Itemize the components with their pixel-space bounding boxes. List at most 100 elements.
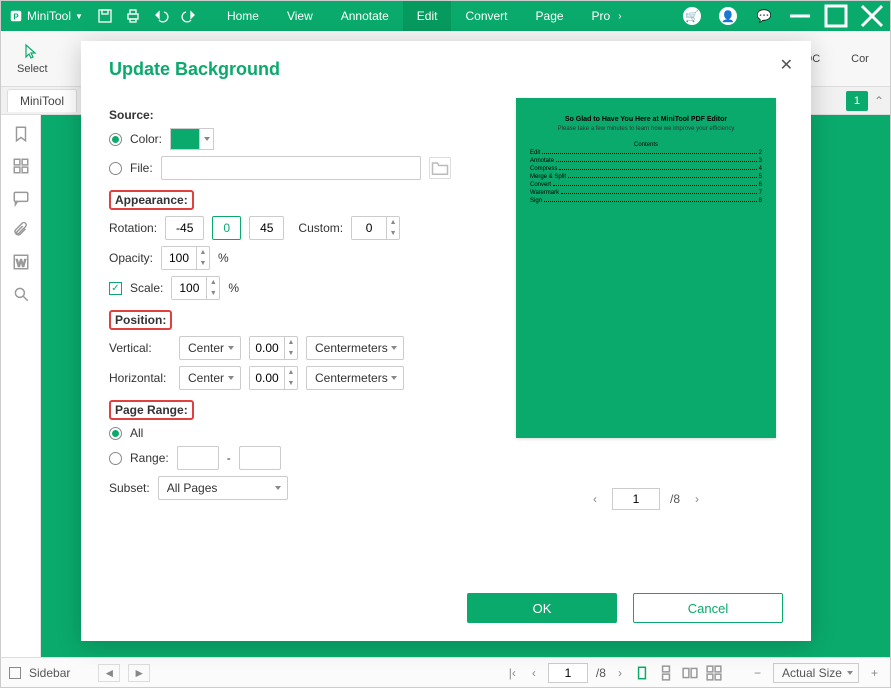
redo-icon[interactable] <box>181 8 197 24</box>
vertical-unit-select[interactable]: Centermeters <box>306 336 404 360</box>
vertical-offset-spinner[interactable]: ▲▼ <box>249 336 298 360</box>
horizontal-align-select[interactable]: Center <box>179 366 241 390</box>
search-icon[interactable] <box>12 285 30 303</box>
sidebar-next-icon[interactable]: ► <box>128 664 150 682</box>
comments-icon[interactable] <box>12 189 30 207</box>
attachments-icon[interactable] <box>12 221 30 239</box>
preview-pager: ‹ /8 › <box>588 488 704 510</box>
scale-unit: % <box>228 281 239 295</box>
titlebar-right: 🛒 👤 💬 <box>674 1 890 31</box>
background-preview: So Glad to Have You Here at MiniTool PDF… <box>516 98 776 438</box>
position-label: Position: <box>109 310 172 330</box>
range-from-input[interactable] <box>177 446 219 470</box>
cancel-button[interactable]: Cancel <box>633 593 783 623</box>
zoom-out-icon[interactable]: − <box>750 666 765 680</box>
preview-toc-row: Compress4 <box>530 166 762 172</box>
menu-more-icon[interactable]: › <box>614 11 625 22</box>
menu-home[interactable]: Home <box>213 1 273 31</box>
maximize-button[interactable] <box>818 1 854 31</box>
zoom-in-icon[interactable]: + <box>867 666 882 680</box>
rotation-zero[interactable]: 0 <box>212 216 241 240</box>
preview-title: So Glad to Have You Here at MiniTool PDF… <box>530 116 762 124</box>
two-page-view-icon[interactable] <box>682 665 698 681</box>
source-file-radio[interactable] <box>109 162 122 175</box>
custom-rotation-spinner[interactable]: ▲▼ <box>351 216 400 240</box>
document-tab[interactable]: MiniTool <box>7 89 77 112</box>
prev-page-status-icon[interactable]: ‹ <box>528 666 540 680</box>
select-tool[interactable]: Select <box>9 39 56 79</box>
thumbnails-icon[interactable] <box>12 157 30 175</box>
single-page-view-icon[interactable] <box>634 665 650 681</box>
opacity-spinner[interactable]: ▲▼ <box>161 246 210 270</box>
preview-toc-row: Merge & Split5 <box>530 174 762 180</box>
scale-checkbox[interactable]: ✓ <box>109 282 122 295</box>
next-page-icon[interactable]: › <box>690 492 704 506</box>
spin-up-icon[interactable]: ▲ <box>387 217 399 228</box>
window-close-button[interactable] <box>854 1 890 31</box>
sidebar-toggle-checkbox[interactable] <box>9 667 21 679</box>
preview-toc-row: Annotate3 <box>530 158 762 164</box>
folder-icon[interactable] <box>429 157 451 179</box>
minimize-button[interactable] <box>782 1 818 31</box>
app-dropdown-icon[interactable]: ▼ <box>75 12 83 21</box>
preview-page-input[interactable] <box>612 488 660 510</box>
range-custom-radio[interactable] <box>109 452 122 465</box>
chevron-down-icon <box>199 129 213 149</box>
print-icon[interactable] <box>125 8 141 24</box>
horizontal-label: Horizontal: <box>109 371 171 385</box>
feedback-button[interactable]: 💬 <box>746 1 782 31</box>
subset-select[interactable]: All Pages <box>158 476 288 500</box>
two-page-continuous-icon[interactable] <box>706 665 722 681</box>
app-name: MiniTool <box>27 9 71 23</box>
spin-down-icon[interactable]: ▼ <box>387 228 399 239</box>
menu-pro[interactable]: Pro <box>578 1 615 31</box>
preview-toc-row: Watermark7 <box>530 190 762 196</box>
preview-contents-heading: Contents <box>530 142 762 148</box>
prev-page-icon[interactable]: ‹ <box>588 492 602 506</box>
scale-label: Scale: <box>130 281 163 295</box>
left-sidebar: W <box>1 115 41 657</box>
rotation-label: Rotation: <box>109 221 157 235</box>
menu-page[interactable]: Page <box>522 1 578 31</box>
source-color-radio[interactable] <box>109 133 122 146</box>
cor-tool[interactable]: Cor <box>838 49 882 69</box>
continuous-view-icon[interactable] <box>658 665 674 681</box>
ok-button[interactable]: OK <box>467 593 617 623</box>
range-to-input[interactable] <box>239 446 281 470</box>
page-badge[interactable]: 1 <box>846 91 868 111</box>
cursor-icon <box>23 43 41 61</box>
dialog-close-button[interactable]: ✕ <box>780 55 793 75</box>
collapse-icon[interactable]: ⌃ <box>874 94 884 108</box>
cart-button[interactable]: 🛒 <box>674 1 710 31</box>
horizontal-offset-spinner[interactable]: ▲▼ <box>249 366 298 390</box>
range-dash: - <box>227 451 231 465</box>
horizontal-unit-select[interactable]: Centermeters <box>306 366 404 390</box>
range-all-radio[interactable] <box>109 427 122 440</box>
first-page-icon[interactable]: |‹ <box>505 666 520 680</box>
preview-toc-row: Edit2 <box>530 150 762 156</box>
rotation-pos45[interactable]: 45 <box>249 216 284 240</box>
app-logo[interactable]: P MiniTool ▼ <box>1 9 91 23</box>
next-page-status-icon[interactable]: › <box>614 666 626 680</box>
page-number-input[interactable] <box>548 663 588 683</box>
sidebar-prev-icon[interactable]: ◄ <box>98 664 120 682</box>
vertical-align-select[interactable]: Center <box>179 336 241 360</box>
menu-convert[interactable]: Convert <box>451 1 521 31</box>
menu-edit[interactable]: Edit <box>403 1 452 31</box>
menu-view[interactable]: View <box>273 1 327 31</box>
svg-text:W: W <box>16 259 26 270</box>
color-picker[interactable] <box>170 128 214 150</box>
rotation-neg45[interactable]: -45 <box>165 216 204 240</box>
save-icon[interactable] <box>97 8 113 24</box>
scale-spinner[interactable]: ▲▼ <box>171 276 220 300</box>
word-export-icon[interactable]: W <box>12 253 30 271</box>
menu-annotate[interactable]: Annotate <box>327 1 403 31</box>
page-range-label: Page Range: <box>109 400 194 420</box>
update-background-dialog: ✕ Update Background Source: Color: File:… <box>81 41 811 641</box>
preview-subtitle: Please take a few minutes to learn how w… <box>530 126 762 133</box>
zoom-level-select[interactable]: Actual Size <box>773 663 859 683</box>
undo-icon[interactable] <box>153 8 169 24</box>
file-path-input[interactable] <box>161 156 421 180</box>
bookmark-icon[interactable] <box>12 125 30 143</box>
account-button[interactable]: 👤 <box>710 1 746 31</box>
